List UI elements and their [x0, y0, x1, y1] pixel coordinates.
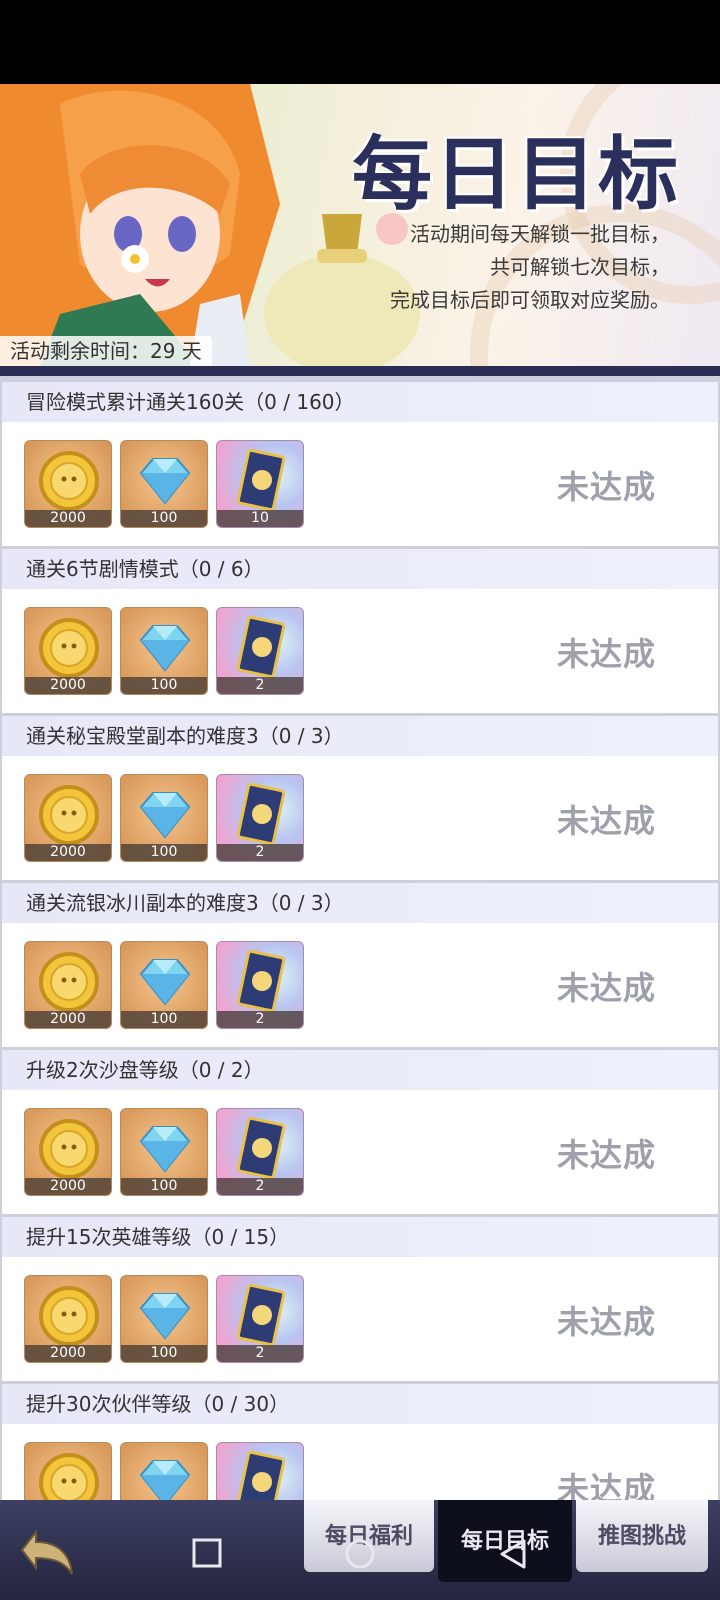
reward-quantity: 100: [121, 677, 207, 694]
gold-coin-icon: [39, 952, 99, 1012]
task-status: 未达成: [556, 1470, 656, 1500]
reward-quantity: 100: [121, 844, 207, 861]
reward-item[interactable]: 100: [120, 440, 208, 528]
reward-item[interactable]: 2: [216, 1108, 304, 1196]
home-icon[interactable]: [344, 1538, 376, 1570]
task-status: 未达成: [556, 635, 656, 673]
gold-coin-icon: [39, 451, 99, 511]
reward-item[interactable]: 2000: [24, 607, 112, 695]
reward-item[interactable]: [216, 1442, 304, 1500]
card-icon: [236, 1283, 286, 1347]
task-title: 提升15次英雄等级（0 / 15）: [2, 1217, 718, 1257]
remaining-time: 活动剩余时间：29 天: [0, 336, 212, 366]
tab-push-challenge[interactable]: 推图挑战: [576, 1500, 708, 1572]
task-title: 冒险模式累计通关160关（0 / 160）: [2, 382, 718, 422]
back-nav-icon[interactable]: [498, 1538, 528, 1570]
reward-quantity: 2000: [25, 510, 111, 527]
task-status: 未达成: [556, 468, 656, 506]
task-title: 升级2次沙盘等级（0 / 2）: [2, 1050, 718, 1090]
reward-quantity: 2: [217, 1178, 303, 1195]
diamond-icon: [139, 959, 191, 1006]
reward-item[interactable]: [120, 1442, 208, 1500]
reward-quantity: 2: [217, 1345, 303, 1362]
reward-item[interactable]: 2: [216, 941, 304, 1029]
diamond-icon: [139, 1293, 191, 1340]
task-card: 升级2次沙盘等级（0 / 2） 2000 100 2 未达成: [2, 1050, 718, 1214]
reward-quantity: 2: [217, 1011, 303, 1028]
gold-coin-icon: [39, 1119, 99, 1179]
task-title: 通关流银冰川副本的难度3（0 / 3）: [2, 883, 718, 923]
reward-quantity: 2000: [25, 1178, 111, 1195]
event-banner: 每日目标 活动期间每天解锁一批目标， 共可解锁七次目标， 完成目标后即可领取对应…: [0, 84, 720, 366]
reward-quantity: 100: [121, 1011, 207, 1028]
reward-item[interactable]: [24, 1442, 112, 1500]
reward-quantity: 2: [217, 677, 303, 694]
reward-item[interactable]: 2000: [24, 440, 112, 528]
task-card: 冒险模式累计通关160关（0 / 160） 2000 100 10 未达成: [2, 382, 718, 546]
reward-quantity: 100: [121, 1345, 207, 1362]
reward-item[interactable]: 2: [216, 774, 304, 862]
reward-item[interactable]: 100: [120, 607, 208, 695]
card-icon: [236, 1116, 286, 1180]
card-icon: [236, 448, 286, 512]
task-card: 提升30次伙伴等级（0 / 30） 未达成: [2, 1384, 718, 1500]
reward-item[interactable]: 100: [120, 941, 208, 1029]
return-arrow-icon[interactable]: [16, 1518, 80, 1582]
reward-quantity: 100: [121, 510, 207, 527]
reward-quantity: 2000: [25, 1011, 111, 1028]
task-card: 通关秘宝殿堂副本的难度3（0 / 3） 2000 100 2 未达成: [2, 716, 718, 880]
banner-description: 活动期间每天解锁一批目标， 共可解锁七次目标， 完成目标后即可领取对应奖励。: [390, 222, 670, 312]
gold-coin-icon: [39, 785, 99, 845]
card-icon: [236, 949, 286, 1013]
task-status: 未达成: [556, 802, 656, 840]
reward-quantity: 2: [217, 844, 303, 861]
reward-item[interactable]: 2: [216, 1275, 304, 1363]
status-bar: [0, 0, 720, 84]
reward-quantity: 10: [217, 510, 303, 527]
reward-quantity: 2000: [25, 1345, 111, 1362]
task-card: 通关6节剧情模式（0 / 6） 2000 100 2 未达成: [2, 549, 718, 713]
reward-item[interactable]: 2: [216, 607, 304, 695]
task-status: 未达成: [556, 1303, 656, 1341]
task-status: 未达成: [556, 1136, 656, 1174]
task-list[interactable]: 冒险模式累计通关160关（0 / 160） 2000 100 10 未达成 通关6节剧情模…: [0, 376, 720, 1500]
task-card: 通关流银冰川副本的难度3（0 / 3） 2000 100 2 未达成: [2, 883, 718, 1047]
task-status: 未达成: [556, 969, 656, 1007]
diamond-icon: [139, 1460, 191, 1500]
gold-coin-icon: [39, 618, 99, 678]
diamond-icon: [139, 458, 191, 505]
banner-divider: [0, 366, 720, 376]
diamond-icon: [139, 1126, 191, 1173]
recent-apps-icon[interactable]: [192, 1538, 222, 1568]
gold-coin-icon: [39, 1453, 99, 1500]
reward-item[interactable]: 2000: [24, 774, 112, 862]
banner-title: 每日目标: [352, 127, 680, 221]
card-icon: [236, 1450, 286, 1500]
reward-item[interactable]: 2000: [24, 1108, 112, 1196]
diamond-icon: [139, 625, 191, 672]
reward-quantity: 100: [121, 1178, 207, 1195]
reward-quantity: 2000: [25, 677, 111, 694]
reward-item[interactable]: 100: [120, 1275, 208, 1363]
task-title: 通关6节剧情模式（0 / 6）: [2, 549, 718, 589]
reward-item[interactable]: 2000: [24, 1275, 112, 1363]
reward-quantity: 2000: [25, 844, 111, 861]
diamond-icon: [139, 792, 191, 839]
reward-item[interactable]: 2000: [24, 941, 112, 1029]
card-icon: [236, 782, 286, 846]
card-icon: [236, 615, 286, 679]
reward-item[interactable]: 10: [216, 440, 304, 528]
task-card: 提升15次英雄等级（0 / 15） 2000 100 2 未达成: [2, 1217, 718, 1381]
reward-item[interactable]: 100: [120, 774, 208, 862]
gold-coin-icon: [39, 1286, 99, 1346]
task-title: 通关秘宝殿堂副本的难度3（0 / 3）: [2, 716, 718, 756]
task-title: 提升30次伙伴等级（0 / 30）: [2, 1384, 718, 1424]
reward-item[interactable]: 100: [120, 1108, 208, 1196]
